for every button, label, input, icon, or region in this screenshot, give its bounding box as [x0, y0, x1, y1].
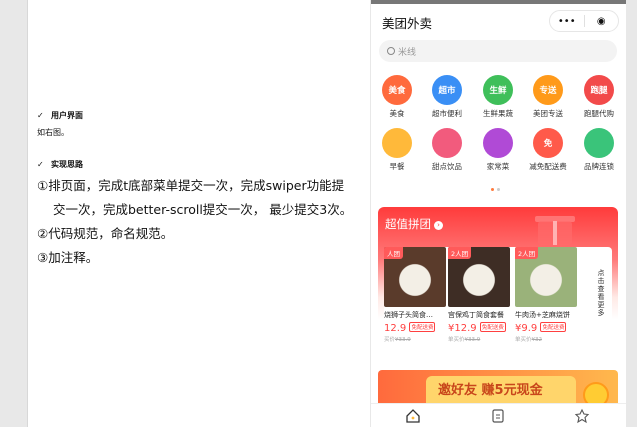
- bottom-tab-bar: [371, 403, 626, 427]
- search-input[interactable]: 米线: [379, 40, 617, 62]
- section-heading-approach: ✓ 实现思路: [37, 160, 83, 169]
- swiper-dot[interactable]: [497, 188, 500, 191]
- search-icon: [387, 47, 395, 55]
- category-item[interactable]: 品牌连锁: [573, 128, 625, 172]
- page-title: 美团外卖: [382, 16, 433, 31]
- category-icon: 跑腿: [584, 75, 614, 105]
- category-icon: 生鲜: [483, 75, 513, 105]
- tab-profile[interactable]: [574, 408, 590, 424]
- category-label: 美团专送: [533, 109, 563, 118]
- category-label: 生鲜果蔬: [483, 109, 513, 118]
- dish-name: 烧狮子头简食…: [384, 311, 433, 319]
- doc-line-3: ②代码规范，命名规范。: [37, 226, 174, 241]
- close-icon[interactable]: ◉: [585, 16, 619, 27]
- dish-name: 宫保鸡丁简食套餐: [448, 311, 504, 319]
- section-note: 如右图。: [37, 128, 69, 137]
- dish-image: 2人团: [515, 247, 577, 307]
- swiper-dots: [491, 188, 500, 191]
- original-price: 买价¥33.9: [384, 337, 411, 343]
- category-icon: 美食: [382, 75, 412, 105]
- category-label: 减免配送费: [529, 162, 567, 171]
- check-icon: ✓: [37, 111, 44, 120]
- category-icon: 超市: [432, 75, 462, 105]
- profile-icon: [574, 408, 590, 424]
- section-heading-ui: ✓ 用户界面: [37, 111, 83, 120]
- swiper-dot[interactable]: [491, 188, 494, 191]
- category-item[interactable]: 家常菜: [472, 128, 524, 172]
- category-item[interactable]: 甜点饮品: [421, 128, 473, 172]
- phone-preview: 美团外卖 ••• ◉ 米线 美食 美食 超市 超市便利 生鲜 生鲜果蔬 专送 美团专送 跑腿 跑腿…: [371, 0, 626, 427]
- group-tag: 2人团: [515, 247, 539, 259]
- dish-price: ¥9.9 免配送费: [515, 322, 567, 334]
- dish-price: 12.9 免配送费: [384, 322, 436, 334]
- category-item[interactable]: 美食 美食: [371, 75, 423, 119]
- dish-image: 人团: [384, 247, 446, 307]
- category-icon: 专送: [533, 75, 563, 105]
- order-icon: [492, 409, 504, 423]
- original-price: 单买价¥32: [515, 337, 543, 343]
- category-item[interactable]: 生鲜 生鲜果蔬: [472, 75, 524, 119]
- miniprogram-capsule: ••• ◉: [549, 10, 619, 32]
- tab-home[interactable]: [405, 408, 421, 424]
- dish-image: 2人团: [448, 247, 510, 307]
- category-item[interactable]: 免减免配送费: [522, 128, 574, 172]
- free-delivery-badge: 免配送费: [479, 322, 506, 332]
- margin-right: [626, 0, 637, 427]
- doc-line-4: ③加注释。: [37, 250, 99, 265]
- search-placeholder: 米线: [398, 47, 417, 58]
- category-item[interactable]: 跑腿 跑腿代购: [573, 75, 625, 119]
- tab-orders[interactable]: [490, 408, 506, 424]
- status-bar: [371, 0, 626, 4]
- group-buy-cards: 人团烧狮子头简食… 12.9 免配送费买价¥33.9 2人团宫保鸡丁简食套餐 ¥12.…: [384, 247, 612, 351]
- see-more-link[interactable]: 点击查看更多: [595, 269, 607, 317]
- category-label: 家常菜: [486, 162, 510, 171]
- group-buy-card[interactable]: 2人团牛肉汤+芝麻烧饼 ¥9.9 免配送费单买价¥32: [515, 247, 577, 343]
- original-price: 单买价¥33.9: [448, 337, 481, 343]
- category-icon: [432, 128, 462, 158]
- document-panel: ✓ 用户界面 如右图。 ✓ 实现思路 ①排页面，完成t底部菜单提交一次，完成swip…: [27, 0, 370, 427]
- category-label: 甜点饮品: [432, 162, 462, 171]
- more-icon[interactable]: •••: [550, 16, 584, 27]
- doc-line-2: 交一次，完成better-scroll提交一次， 最少提交3次。: [53, 202, 353, 217]
- group-tag: 人团: [384, 247, 403, 259]
- gift-icon: [528, 207, 588, 247]
- category-label: 超市便利: [432, 109, 462, 118]
- category-item[interactable]: 超市 超市便利: [421, 75, 473, 119]
- banner-text: 邀好友 赚5元现金: [438, 383, 543, 398]
- free-delivery-badge: 免配送费: [409, 322, 436, 332]
- group-buy-card[interactable]: 人团烧狮子头简食… 12.9 免配送费买价¥33.9: [384, 247, 446, 343]
- category-icon: [483, 128, 513, 158]
- dish-name: 牛肉汤+芝麻烧饼: [515, 311, 570, 319]
- category-label: 早餐: [389, 162, 405, 171]
- group-buy-card[interactable]: 2人团宫保鸡丁简食套餐 ¥12.9 免配送费单买价¥33.9: [448, 247, 510, 343]
- category-label: 美食: [389, 109, 405, 118]
- category-icon: [382, 128, 412, 158]
- doc-line-1: ①排页面，完成t底部菜单提交一次，完成swiper功能提: [37, 178, 345, 193]
- screen: ✓ 用户界面 如右图。 ✓ 实现思路 ①排页面，完成t底部菜单提交一次，完成swip…: [0, 0, 637, 427]
- category-label: 跑腿代购: [584, 109, 614, 118]
- category-item[interactable]: 专送 美团专送: [522, 75, 574, 119]
- group-buy-section: 超值拼团 › 人团烧狮子头简食… 12.9 免配送费买价¥33.9 2人团宫保鸡丁简食…: [378, 207, 618, 357]
- group-buy-title[interactable]: 超值拼团 ›: [385, 216, 443, 232]
- category-item[interactable]: 早餐: [371, 128, 423, 172]
- dish-price: ¥12.9 免配送费: [448, 322, 506, 334]
- arrow-right-icon: ›: [434, 221, 443, 230]
- check-icon: ✓: [37, 160, 44, 169]
- category-icon: [584, 128, 614, 158]
- category-icon: 免: [533, 128, 563, 158]
- category-label: 品牌连锁: [584, 162, 614, 171]
- free-delivery-badge: 免配送费: [540, 322, 567, 332]
- home-icon: [406, 409, 420, 423]
- group-tag: 2人团: [448, 247, 472, 259]
